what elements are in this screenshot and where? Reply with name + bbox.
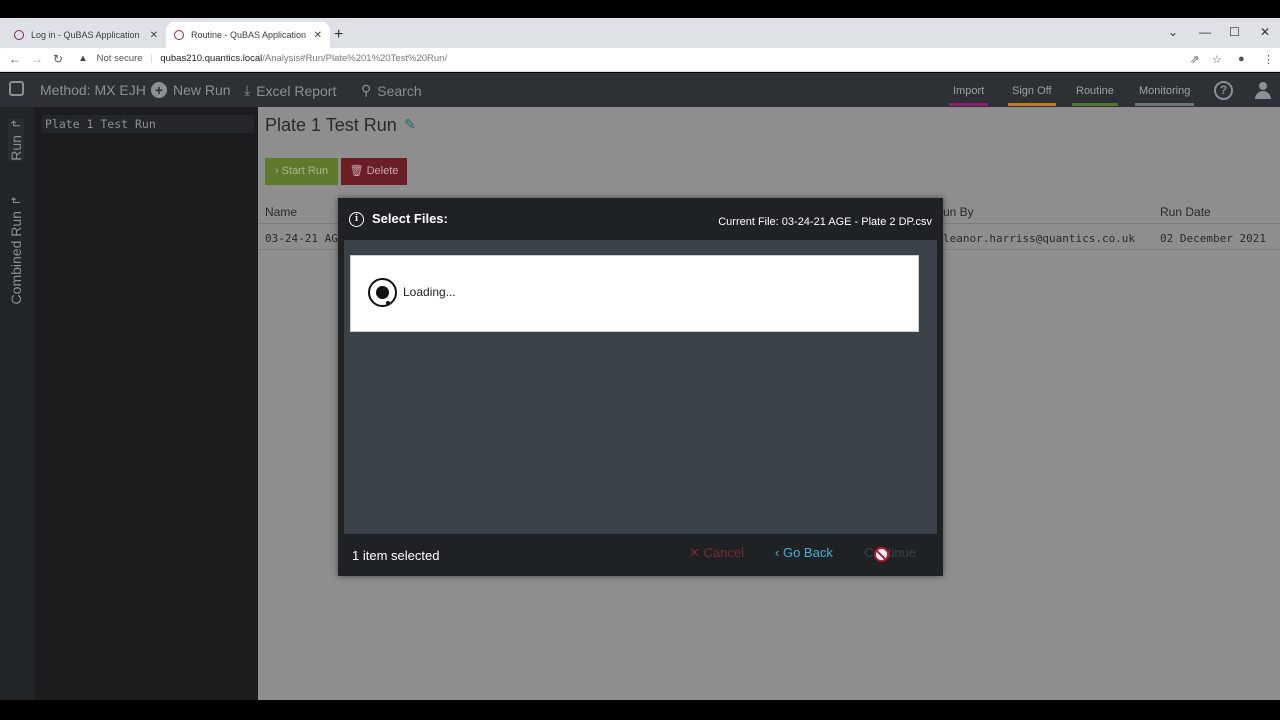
browser-tab-strip: Log in - QuBAS Application ✕ Routine - Q… bbox=[0, 18, 1280, 48]
tab-run[interactable]: Run↱ bbox=[8, 119, 24, 161]
nav-monitoring[interactable]: Monitoring bbox=[1135, 85, 1195, 106]
vertical-tab-bar: Run↱ Combined Run↱ bbox=[0, 107, 34, 700]
new-run-label: New Run bbox=[173, 82, 231, 98]
dialog-footer: 1 item selected ✕ Cancel ‹ Go Back Conti… bbox=[338, 534, 943, 576]
not-allowed-cursor-icon bbox=[874, 547, 889, 562]
start-run-button[interactable]: › Start Run bbox=[265, 158, 338, 185]
excel-report-button[interactable]: ⤓ Excel Report bbox=[244, 82, 336, 99]
address-bar: ← → ↻ ▲ Not secure | qubas210.quantics.l… bbox=[0, 48, 1280, 72]
tab-title: Log in - QuBAS Application bbox=[31, 30, 140, 40]
back-icon[interactable]: ← bbox=[9, 52, 21, 66]
cell-run-by: leanor.harriss@quantics.co.uk bbox=[943, 232, 1136, 245]
arrow-icon: ↱ bbox=[9, 195, 23, 206]
cell-run-date: 02 December 2021 bbox=[1160, 232, 1266, 245]
info-icon: i bbox=[349, 212, 364, 227]
chevron-left-icon: ‹ bbox=[775, 545, 780, 560]
column-header-run-by[interactable]: un By bbox=[943, 205, 974, 219]
warning-icon: ▲ bbox=[78, 53, 88, 64]
selected-count: 1 item selected bbox=[352, 548, 440, 563]
nav-import[interactable]: Import bbox=[949, 85, 989, 106]
loading-text: Loading... bbox=[403, 285, 456, 299]
app-header: Method: MX EJH + New Run ⤓ Excel Report … bbox=[0, 73, 1280, 107]
cell-name[interactable]: 03-24-21 AGE bbox=[265, 232, 344, 245]
sidebar-toggle-icon[interactable] bbox=[9, 81, 24, 96]
menu-kebab-icon[interactable]: ⋮ bbox=[1263, 53, 1274, 66]
new-run-button[interactable]: + New Run bbox=[151, 82, 231, 98]
column-header-name[interactable]: Name bbox=[265, 205, 297, 219]
file-list-box[interactable]: Loading... bbox=[350, 255, 919, 332]
delete-button[interactable]: 🗑 Delete bbox=[341, 158, 407, 185]
reload-icon[interactable]: ↻ bbox=[53, 52, 63, 66]
help-icon[interactable]: ? bbox=[1214, 81, 1233, 100]
current-file-label: Current File: 03-24-21 AGE - Plate 2 DP.… bbox=[718, 216, 932, 228]
search-label: Search bbox=[377, 82, 422, 99]
close-window-icon[interactable]: ✕ bbox=[1260, 25, 1270, 39]
close-icon: ✕ bbox=[689, 545, 700, 560]
favicon-icon bbox=[14, 30, 24, 40]
run-list-panel: Plate 1 Test Run bbox=[34, 107, 258, 700]
maximize-icon[interactable]: ☐ bbox=[1229, 25, 1240, 39]
close-tab-icon[interactable]: ✕ bbox=[314, 30, 322, 41]
user-icon[interactable] bbox=[1254, 82, 1272, 100]
browser-tab-routine[interactable]: Routine - QuBAS Application ✕ bbox=[166, 22, 330, 48]
security-label: Not secure bbox=[96, 53, 143, 64]
download-icon: ⤓ bbox=[244, 82, 251, 98]
url-host: qubas210.quantics.local bbox=[160, 53, 263, 64]
search-icon: ⚲ bbox=[361, 82, 372, 98]
minimize-icon[interactable]: — bbox=[1199, 25, 1211, 39]
url-field[interactable]: ▲ Not secure | qubas210.quantics.local/A… bbox=[78, 53, 447, 64]
tab-combined-run[interactable]: Combined Run↱ bbox=[8, 195, 24, 304]
favicon-icon bbox=[174, 30, 184, 40]
dialog-body: Loading... bbox=[344, 240, 937, 534]
tab-search-icon[interactable]: ⌄ bbox=[1168, 25, 1178, 39]
forward-icon[interactable]: → bbox=[31, 52, 43, 66]
search-button[interactable]: ⚲ Search bbox=[361, 82, 422, 99]
go-back-button[interactable]: ‹ Go Back bbox=[775, 545, 833, 560]
column-header-run-date[interactable]: Run Date bbox=[1160, 205, 1211, 219]
close-tab-icon[interactable]: ✕ bbox=[150, 30, 158, 41]
cancel-button[interactable]: ✕ Cancel bbox=[689, 545, 744, 561]
dialog-title: Select Files: bbox=[372, 211, 448, 226]
loading-spinner-icon bbox=[368, 278, 397, 307]
trash-icon: 🗑 bbox=[349, 165, 364, 177]
list-item[interactable]: Plate 1 Test Run bbox=[42, 115, 254, 133]
tab-title: Routine - QuBAS Application bbox=[191, 30, 307, 40]
bookmark-star-icon[interactable]: ☆ bbox=[1212, 53, 1222, 66]
edit-pencil-icon[interactable]: ✎ bbox=[404, 117, 416, 133]
page-title: Plate 1 Test Run bbox=[265, 115, 397, 135]
new-tab-button[interactable]: + bbox=[334, 26, 343, 44]
play-icon: › bbox=[274, 165, 279, 177]
browser-tab-login[interactable]: Log in - QuBAS Application ✕ bbox=[6, 22, 166, 48]
method-label[interactable]: Method: MX EJH bbox=[40, 82, 146, 98]
dialog-header: i Select Files: Current File: 03-24-21 A… bbox=[338, 198, 943, 238]
excel-report-label: Excel Report bbox=[256, 82, 337, 99]
arrow-icon: ↱ bbox=[9, 119, 23, 130]
select-files-dialog: i Select Files: Current File: 03-24-21 A… bbox=[338, 198, 943, 576]
add-circle-icon: + bbox=[151, 82, 167, 98]
continue-button[interactable]: Continue bbox=[864, 545, 916, 560]
nav-sign-off[interactable]: Sign Off bbox=[1008, 85, 1056, 106]
url-path: /Analysis#Run/Plate%201%20Test%20Run/ bbox=[262, 53, 448, 64]
bottom-letterbox bbox=[0, 700, 1280, 720]
share-icon[interactable]: ⇗ bbox=[1190, 53, 1199, 66]
nav-routine[interactable]: Routine bbox=[1072, 85, 1118, 106]
profile-icon[interactable]: ● bbox=[1238, 53, 1245, 65]
screen: Log in - QuBAS Application ✕ Routine - Q… bbox=[0, 0, 1280, 720]
